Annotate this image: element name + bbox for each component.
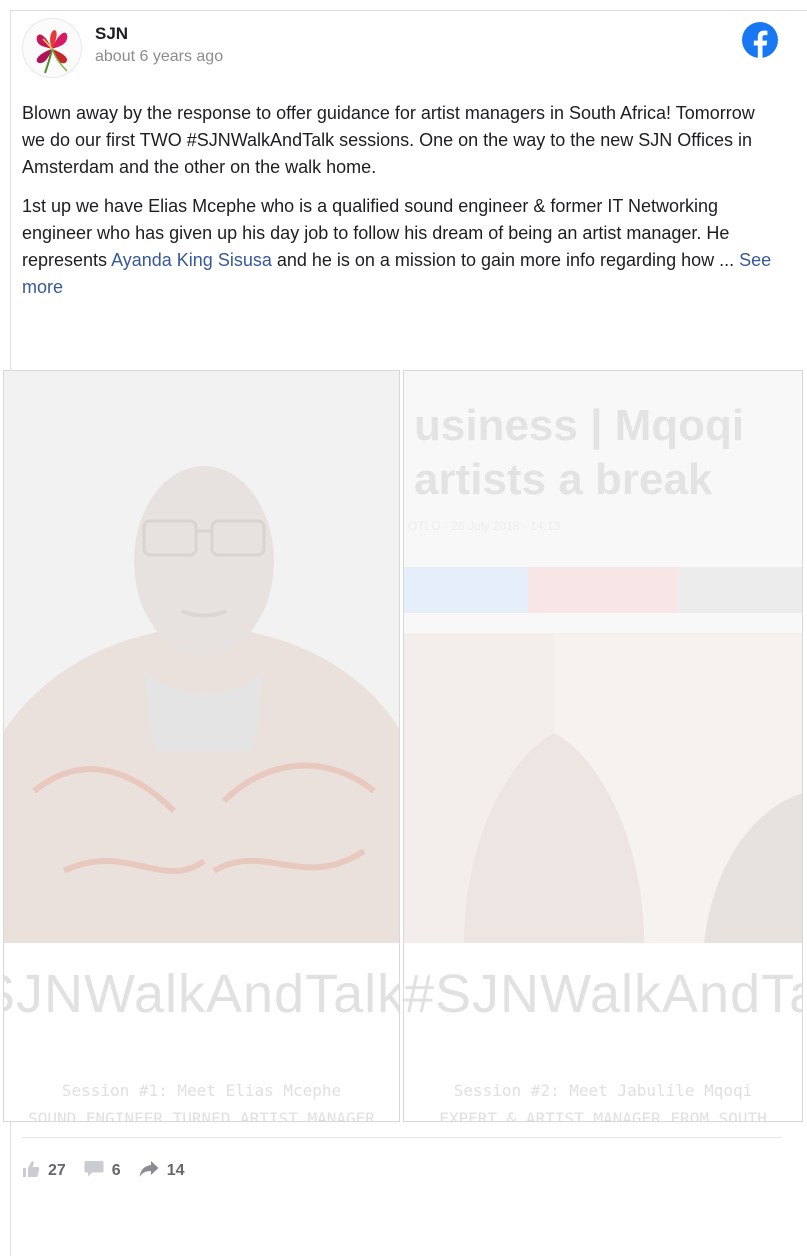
article-screenshot: usiness | Mqoqi artists a break OTLO - 2… — [404, 371, 802, 943]
comments-count: 6 — [111, 1162, 121, 1179]
article-headline-line: artists a break — [414, 455, 713, 504]
shares-count: 14 — [166, 1162, 185, 1179]
likes-count: 27 — [48, 1162, 66, 1179]
session-title: Session #1: Meet Elias Mcephe — [61, 1081, 342, 1100]
twitter-share-bar — [404, 567, 528, 613]
session-subtitle-text: SOUND ENGINEER TURNED ARTIST MANAGER — [28, 1109, 375, 1122]
gallery-image-1[interactable]: SJNWalkAndTalk Session #1: Meet Elias Mc… — [3, 370, 400, 1122]
avatar[interactable] — [22, 18, 82, 78]
hashtag-overlay: SJNWalkAndTalk — [4, 963, 399, 1025]
email-share-bar — [678, 567, 802, 613]
like-icon — [22, 1160, 48, 1183]
article-byline: OTLO - 26 July 2018 - 14:13 — [408, 519, 561, 533]
pinterest-share-bar — [528, 567, 678, 613]
comment-icon — [84, 1160, 112, 1183]
session-title: Session #2: Meet Jabulile Mqoqi — [453, 1081, 753, 1100]
article-headline-line: usiness | Mqoqi — [414, 401, 745, 450]
session-subtitle: SOUND ENGINEER TURNED ARTIST MANAGER — [4, 1109, 399, 1122]
share-icon — [139, 1160, 167, 1183]
mention-link[interactable]: Ayanda King Sisusa — [111, 250, 272, 270]
comments-stat[interactable]: 6 — [84, 1160, 121, 1183]
session-subtitle: EXPERT & ARTIST MANAGER FROM SOUTH — [439, 1109, 767, 1122]
hashtag-text: SJNWalkAndTalk — [4, 964, 399, 1024]
post-header: SJN about 6 years ago — [22, 18, 782, 78]
photo-gallery: SJNWalkAndTalk Session #1: Meet Elias Mc… — [3, 370, 803, 1122]
post-paragraph-text: and he is on a mission to gain more info… — [271, 250, 740, 270]
hashtag-overlay: #SJNWalkAndTalk — [404, 963, 802, 1025]
author-name[interactable]: SJN — [95, 24, 128, 44]
divider — [22, 1137, 782, 1138]
gallery-image-2[interactable]: usiness | Mqoqi artists a break OTLO - 2… — [403, 370, 803, 1122]
likes-stat[interactable]: 27 — [22, 1160, 66, 1183]
post-text: Blown away by the response to offer guid… — [22, 100, 782, 313]
engagement-stats: 27 6 14 — [22, 1157, 203, 1185]
shares-stat[interactable]: 14 — [139, 1160, 185, 1183]
post-paragraph: Blown away by the response to offer guid… — [22, 103, 755, 177]
hashtag-text: #SJNWalkAndTalk — [404, 964, 802, 1024]
portrait-photo — [4, 371, 399, 943]
post-paragraph: 1st up we have Elias Mcephe who is a qua… — [22, 193, 782, 301]
facebook-icon[interactable] — [742, 22, 778, 58]
post-timestamp[interactable]: about 6 years ago — [95, 48, 223, 66]
